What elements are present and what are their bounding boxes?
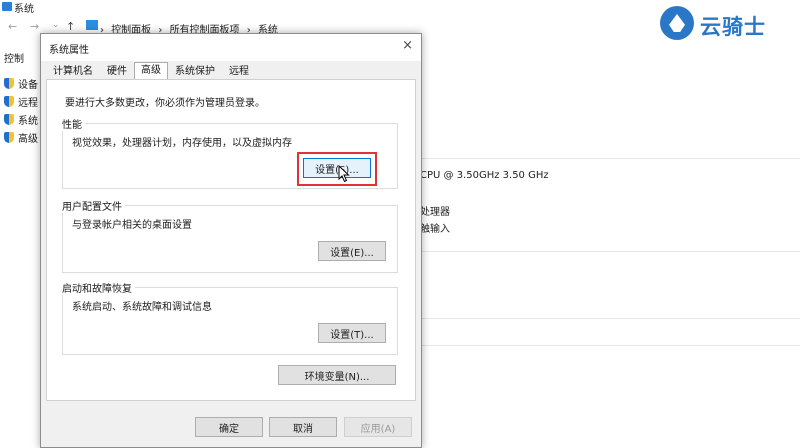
user-profiles-settings-button[interactable]: 设置(E)... [318,241,386,261]
performance-desc: 视觉效果，处理器计划，内存使用，以及虚拟内存 [72,138,292,149]
close-icon[interactable]: × [402,38,413,53]
advanced-tab-panel: 要进行大多数更改，你必须作为管理员登录。 性能 视觉效果，处理器计划，内存使用，… [46,79,416,401]
startup-recovery-desc: 系统启动、系统故障和调试信息 [72,302,212,313]
chevron-down-icon[interactable]: ⌄ [52,20,60,30]
sidebar-item-advanced[interactable]: 高级 [4,130,38,145]
sidebar-heading: 控制 [4,53,24,65]
divider [420,318,800,319]
up-icon[interactable]: ↑ [66,20,75,33]
system-icon [2,2,12,11]
cpu-info: CPU @ 3.50GHz 3.50 GHz [420,170,549,181]
divider [420,251,800,252]
environment-variables-button[interactable]: 环境变量(N)... [278,365,396,385]
user-profiles-desc: 与登录帐户相关的桌面设置 [72,220,192,231]
admin-note: 要进行大多数更改，你必须作为管理员登录。 [65,98,265,109]
dialog-titlebar: 系统属性 × [41,34,421,61]
shield-icon [4,113,14,125]
shield-icon [4,95,14,107]
sidebar-item-device[interactable]: 设备 [4,76,38,91]
tab-bar: 计算机名 硬件 高级 系统保护 远程 [46,62,256,82]
dialog-title: 系统属性 [49,45,89,56]
shield-icon [4,131,14,143]
divider [420,158,800,159]
shield-icon [4,77,14,89]
cancel-button[interactable]: 取消 [269,417,337,437]
watermark: 云骑士 [660,6,800,42]
input-info: 触输入 [420,224,450,235]
mouse-cursor-icon [338,165,350,183]
user-profiles-title: 用户配置文件 [62,198,125,213]
processor-info: 处理器 [420,207,450,218]
forward-icon[interactable]: → [30,20,39,33]
apply-button[interactable]: 应用(A) [344,417,412,437]
watermark-text: 云骑士 [700,15,766,39]
sidebar-item-system[interactable]: 系统 [4,112,38,127]
startup-recovery-title: 启动和故障恢复 [62,280,135,295]
knight-logo-icon [660,6,694,40]
user-profiles-group: 用户配置文件 与登录帐户相关的桌面设置 [62,198,398,273]
back-icon[interactable]: ← [8,20,17,33]
startup-recovery-group: 启动和故障恢复 系统启动、系统故障和调试信息 [62,280,398,355]
performance-title: 性能 [62,116,85,131]
highlight-box [297,152,377,186]
ok-button[interactable]: 确定 [195,417,263,437]
system-properties-dialog: 系统属性 × 计算机名 硬件 高级 系统保护 远程 要进行大多数更改，你必须作为… [40,33,422,448]
startup-settings-button[interactable]: 设置(T)... [318,323,386,343]
sidebar-item-remote[interactable]: 远程 [4,94,38,109]
control-panel-icon [86,20,98,30]
divider [420,345,800,346]
window-title: 系统 [14,4,34,15]
